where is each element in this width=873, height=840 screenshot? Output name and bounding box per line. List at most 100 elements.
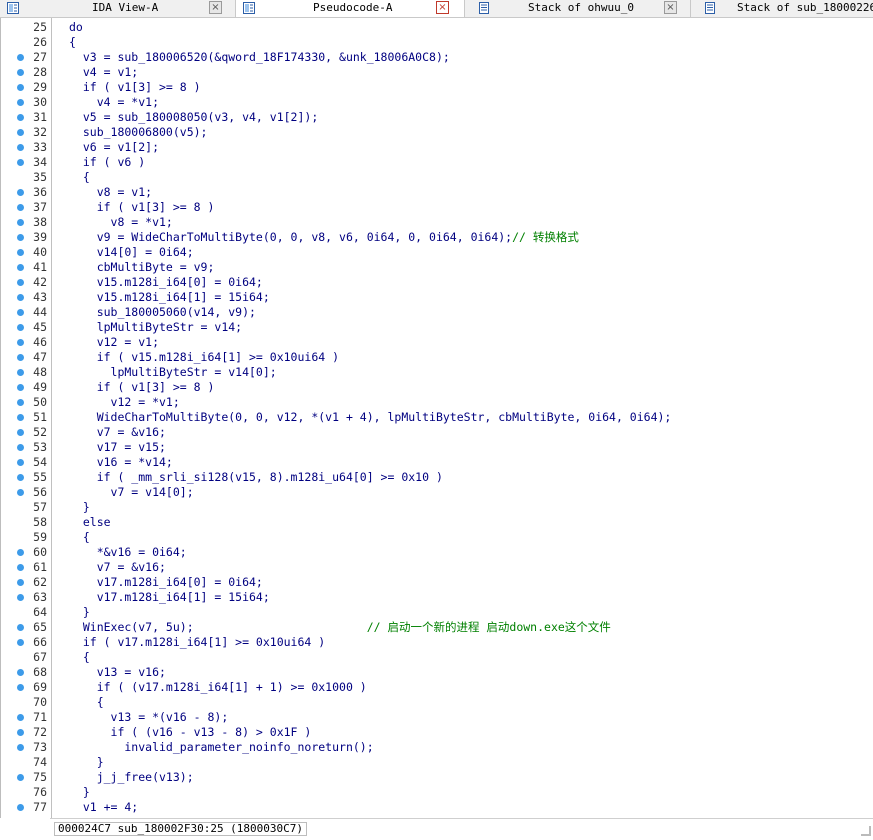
breakpoint-dot-icon[interactable] — [17, 549, 24, 556]
code-line[interactable]: 25 do — [1, 20, 873, 35]
code-line[interactable]: 37 if ( v1[3] >= 8 ) — [1, 200, 873, 215]
breakpoint-dot-icon[interactable] — [17, 144, 24, 151]
resize-grip-icon[interactable] — [861, 826, 871, 836]
code-line[interactable]: 66 if ( v17.m128i_i64[1] >= 0x10ui64 ) — [1, 635, 873, 650]
code-line[interactable]: 44 sub_180005060(v14, v9); — [1, 305, 873, 320]
code-line[interactable]: 68 v13 = v16; — [1, 665, 873, 680]
code-line[interactable]: 27 v3 = sub_180006520(&qword_18F174330, … — [1, 50, 873, 65]
breakpoint-dot-icon[interactable] — [17, 309, 24, 316]
code-line[interactable]: 59 { — [1, 530, 873, 545]
code-line[interactable]: 31 v5 = sub_180008050(v3, v4, v1[2]); — [1, 110, 873, 125]
breakpoint-dot-icon[interactable] — [17, 204, 24, 211]
code-line[interactable]: 50 v12 = *v1; — [1, 395, 873, 410]
breakpoint-dot-icon[interactable] — [17, 594, 24, 601]
code-line[interactable]: 49 if ( v1[3] >= 8 ) — [1, 380, 873, 395]
code-line[interactable]: 29 if ( v1[3] >= 8 ) — [1, 80, 873, 95]
code-line[interactable]: 52 v7 = &v16; — [1, 425, 873, 440]
code-line[interactable]: 77 v1 += 4; — [1, 800, 873, 815]
breakpoint-dot-icon[interactable] — [17, 234, 24, 241]
code-line[interactable]: 30 v4 = *v1; — [1, 95, 873, 110]
code-line[interactable]: 38 v8 = *v1; — [1, 215, 873, 230]
code-line[interactable]: 63 v17.m128i_i64[1] = 15i64; — [1, 590, 873, 605]
tab-stack-sub[interactable]: Stack of sub_180002260 — [691, 0, 873, 17]
breakpoint-dot-icon[interactable] — [17, 474, 24, 481]
breakpoint-dot-icon[interactable] — [17, 159, 24, 166]
code-line[interactable]: 70 { — [1, 695, 873, 710]
breakpoint-dot-icon[interactable] — [17, 219, 24, 226]
code-line[interactable]: 42 v15.m128i_i64[0] = 0i64; — [1, 275, 873, 290]
code-line[interactable]: 64 } — [1, 605, 873, 620]
tab-ida-view[interactable]: IDA View-A × — [0, 0, 236, 17]
breakpoint-dot-icon[interactable] — [17, 444, 24, 451]
breakpoint-dot-icon[interactable] — [17, 279, 24, 286]
code-line[interactable]: 35 { — [1, 170, 873, 185]
code-line[interactable]: 72 if ( (v16 - v13 - 8) > 0x1F ) — [1, 725, 873, 740]
code-line[interactable]: 46 v12 = v1; — [1, 335, 873, 350]
code-line[interactable]: 48 lpMultiByteStr = v14[0]; — [1, 365, 873, 380]
code-line[interactable]: 36 v8 = v1; — [1, 185, 873, 200]
code-line[interactable]: 45 lpMultiByteStr = v14; — [1, 320, 873, 335]
code-line[interactable]: 69 if ( (v17.m128i_i64[1] + 1) >= 0x1000… — [1, 680, 873, 695]
close-icon[interactable]: × — [209, 1, 222, 14]
close-icon[interactable]: × — [664, 1, 677, 14]
code-line[interactable]: 55 if ( _mm_srli_si128(v15, 8).m128i_u64… — [1, 470, 873, 485]
breakpoint-dot-icon[interactable] — [17, 564, 24, 571]
breakpoint-dot-icon[interactable] — [17, 399, 24, 406]
breakpoint-dot-icon[interactable] — [17, 369, 24, 376]
breakpoint-dot-icon[interactable] — [17, 624, 24, 631]
pseudocode-editor[interactable]: 25 do 26 {27 v3 = sub_180006520(&qword_18F1… — [0, 18, 873, 818]
breakpoint-dot-icon[interactable] — [17, 264, 24, 271]
breakpoint-dot-icon[interactable] — [17, 249, 24, 256]
code-line[interactable]: 41 cbMultiByte = v9; — [1, 260, 873, 275]
code-line[interactable]: 39 v9 = WideCharToMultiByte(0, 0, v8, v6… — [1, 230, 873, 245]
tab-stack-ohwuu[interactable]: Stack of ohwuu_0 × — [465, 0, 691, 17]
code-line[interactable]: 76 } — [1, 785, 873, 800]
code-line[interactable]: 58 else — [1, 515, 873, 530]
breakpoint-dot-icon[interactable] — [17, 459, 24, 466]
code-line[interactable]: 32 sub_180006800(v5); — [1, 125, 873, 140]
code-line[interactable]: 43 v15.m128i_i64[1] = 15i64; — [1, 290, 873, 305]
code-line[interactable]: 74 } — [1, 755, 873, 770]
close-icon[interactable]: × — [436, 1, 449, 14]
breakpoint-dot-icon[interactable] — [17, 429, 24, 436]
tab-pseudocode[interactable]: Pseudocode-A × — [236, 0, 465, 17]
breakpoint-dot-icon[interactable] — [17, 714, 24, 721]
breakpoint-dot-icon[interactable] — [17, 579, 24, 586]
breakpoint-dot-icon[interactable] — [17, 69, 24, 76]
code-line[interactable]: 67 { — [1, 650, 873, 665]
breakpoint-dot-icon[interactable] — [17, 129, 24, 136]
code-line[interactable]: 34 if ( v6 ) — [1, 155, 873, 170]
code-line[interactable]: 28 v4 = v1; — [1, 65, 873, 80]
breakpoint-dot-icon[interactable] — [17, 744, 24, 751]
code-line[interactable]: 73 invalid_parameter_noinfo_noreturn(); — [1, 740, 873, 755]
breakpoint-dot-icon[interactable] — [17, 354, 24, 361]
code-line[interactable]: 51 WideCharToMultiByte(0, 0, v12, *(v1 +… — [1, 410, 873, 425]
code-line[interactable]: 57 } — [1, 500, 873, 515]
breakpoint-dot-icon[interactable] — [17, 84, 24, 91]
breakpoint-dot-icon[interactable] — [17, 489, 24, 496]
breakpoint-dot-icon[interactable] — [17, 54, 24, 61]
code-line[interactable]: 56 v7 = v14[0]; — [1, 485, 873, 500]
breakpoint-dot-icon[interactable] — [17, 414, 24, 421]
breakpoint-dot-icon[interactable] — [17, 729, 24, 736]
code-line[interactable]: 71 v13 = *(v16 - 8); — [1, 710, 873, 725]
breakpoint-dot-icon[interactable] — [17, 804, 24, 811]
breakpoint-dot-icon[interactable] — [17, 114, 24, 121]
code-line[interactable]: 65 WinExec(v7, 5u); // 启动一个新的进程 启动down.e… — [1, 620, 873, 635]
code-line[interactable]: 60 *&v16 = 0i64; — [1, 545, 873, 560]
code-line[interactable]: 47 if ( v15.m128i_i64[1] >= 0x10ui64 ) — [1, 350, 873, 365]
breakpoint-dot-icon[interactable] — [17, 294, 24, 301]
code-line[interactable]: 40 v14[0] = 0i64; — [1, 245, 873, 260]
breakpoint-dot-icon[interactable] — [17, 639, 24, 646]
breakpoint-dot-icon[interactable] — [17, 189, 24, 196]
code-line[interactable]: 75 j_j_free(v13); — [1, 770, 873, 785]
breakpoint-dot-icon[interactable] — [17, 99, 24, 106]
breakpoint-dot-icon[interactable] — [17, 669, 24, 676]
code-line[interactable]: 26 { — [1, 35, 873, 50]
code-line[interactable]: 61 v7 = &v16; — [1, 560, 873, 575]
code-line[interactable]: 54 v16 = *v14; — [1, 455, 873, 470]
code-line[interactable]: 33 v6 = v1[2]; — [1, 140, 873, 155]
breakpoint-dot-icon[interactable] — [17, 774, 24, 781]
breakpoint-dot-icon[interactable] — [17, 339, 24, 346]
breakpoint-dot-icon[interactable] — [17, 324, 24, 331]
